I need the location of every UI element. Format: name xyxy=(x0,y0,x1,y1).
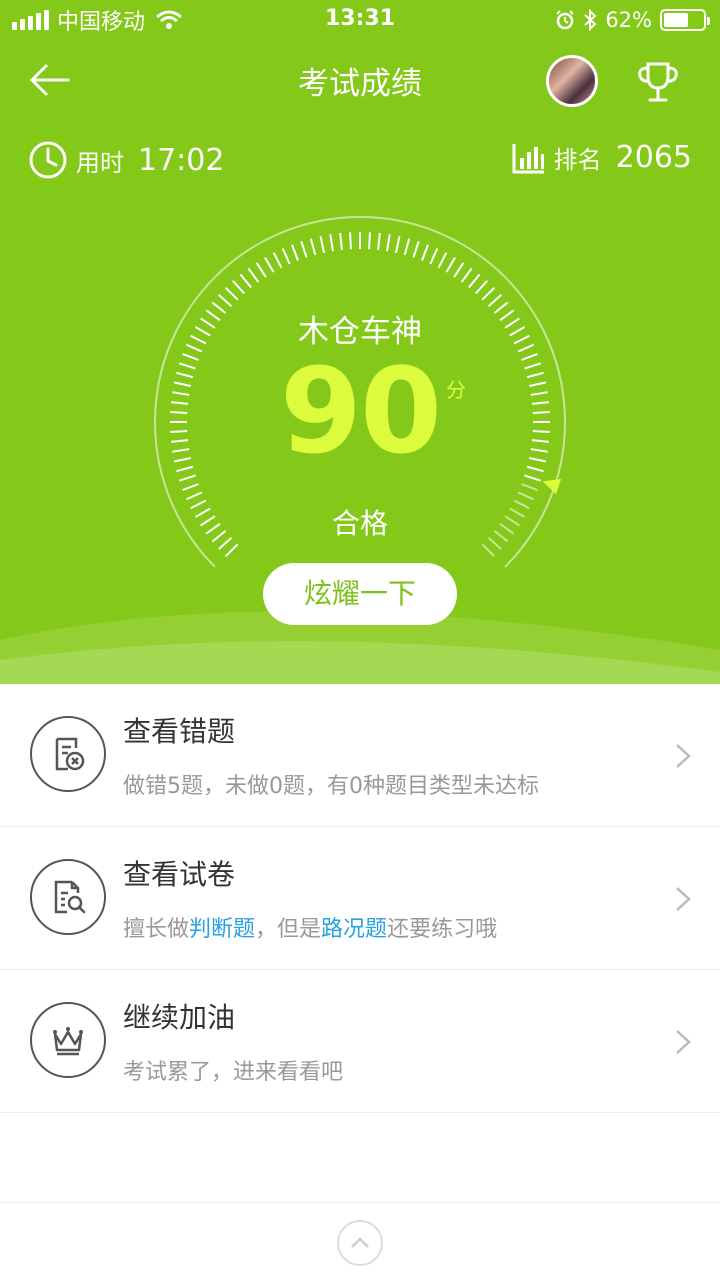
gauge-tick xyxy=(170,430,188,433)
gauge-tick xyxy=(182,352,199,361)
chevron-right-icon xyxy=(676,1030,691,1054)
gauge-tick xyxy=(481,286,496,301)
gauge-tick xyxy=(272,252,283,269)
subtitle-text: 擅长做 xyxy=(123,917,190,942)
gauge-tick xyxy=(170,411,188,414)
item-subtitle: 做错5题，未做0题，有0种题目类型未达标 xyxy=(123,774,539,799)
action-list: 查看错题 做错5题，未做0题，有0种题目类型未达标 查看试卷 擅长做判断题，但是… xyxy=(0,684,720,1113)
gauge-tick xyxy=(319,235,326,253)
review-paper-icon xyxy=(30,859,106,935)
chevron-up-icon xyxy=(351,1237,369,1248)
gauge-tick xyxy=(239,273,252,289)
gauge-tick xyxy=(517,491,534,501)
gauge-tick xyxy=(521,483,538,492)
gauge-tick xyxy=(529,456,547,463)
gauge-tick xyxy=(264,256,275,273)
gauge-tick xyxy=(403,238,411,256)
list-item-wrong-answers[interactable]: 查看错题 做错5题，未做0题，有0种题目类型未达标 xyxy=(0,684,720,827)
item-title: 查看试卷 xyxy=(123,858,236,891)
expand-up-button[interactable] xyxy=(337,1220,383,1266)
list-item-review-paper[interactable]: 查看试卷 擅长做判断题，但是路况题还要练习哦 xyxy=(0,827,720,970)
gauge-tick xyxy=(475,280,488,295)
gauge-tick xyxy=(218,294,233,307)
gauge-tick xyxy=(445,256,456,273)
gauge-tick xyxy=(339,232,343,251)
gauge-tick xyxy=(178,474,196,482)
gauge-tick xyxy=(170,439,189,443)
item-title: 继续加油 xyxy=(123,1001,236,1034)
gauge-tick xyxy=(524,362,542,370)
subtitle-text: 还要练习哦 xyxy=(387,917,498,942)
gauge-tick xyxy=(255,262,267,278)
gauge-tick xyxy=(224,543,239,558)
gauge-tick xyxy=(309,238,317,256)
gauge-tick xyxy=(529,381,547,388)
chevron-right-icon xyxy=(676,887,691,911)
list-item-keep-going[interactable]: 继续加油 考试累了，进来看看吧 xyxy=(0,970,720,1113)
gauge-tick xyxy=(368,232,371,250)
subtitle-text: ，但是 xyxy=(255,917,322,942)
gauge-tick xyxy=(531,439,550,443)
score-unit: 分 xyxy=(446,378,466,402)
gauge-tick xyxy=(437,252,448,269)
strong-topic-link[interactable]: 判断题 xyxy=(189,917,255,942)
gauge-tick xyxy=(281,248,291,265)
gauge-tick xyxy=(532,411,550,414)
gauge-tick xyxy=(453,262,465,278)
bottom-bar xyxy=(0,1202,720,1280)
result-header: 中国移动 13:31 62% 考试成绩 用时 17:02 排名 2065 木仓车… xyxy=(0,0,720,684)
gauge-tick xyxy=(290,244,299,261)
item-subtitle: 考试累了，进来看看吧 xyxy=(123,1060,344,1085)
gauge-tick xyxy=(329,234,334,252)
gauge-tick xyxy=(173,381,191,388)
gauge-tick xyxy=(526,371,544,379)
gauge-tick xyxy=(377,232,381,251)
gauge-tick xyxy=(521,352,538,361)
score-value: 90 xyxy=(279,342,442,480)
gauge-tick xyxy=(247,267,260,283)
gauge-tick xyxy=(386,234,391,252)
gauge-tick xyxy=(178,362,196,370)
gauge-tick xyxy=(224,286,239,301)
gauge-tick xyxy=(481,543,496,558)
gauge-tick xyxy=(429,248,439,265)
gauge-tick xyxy=(300,240,308,258)
gauge-tick xyxy=(173,456,191,463)
gauge-tick xyxy=(412,240,420,258)
gauge-tick xyxy=(530,448,548,453)
share-button[interactable]: 炫耀一下 xyxy=(263,563,457,625)
gauge-tick xyxy=(176,371,194,379)
gauge-tick xyxy=(186,491,203,501)
gauge-tick xyxy=(172,391,190,396)
gauge-tick xyxy=(460,267,473,283)
weak-topic-link[interactable]: 路况题 xyxy=(321,917,387,942)
gauge-tick xyxy=(172,448,190,453)
gauge-tick xyxy=(182,483,199,492)
gauge-tick xyxy=(349,232,352,250)
wrong-answers-icon xyxy=(30,716,106,792)
gauge-tick xyxy=(532,430,550,433)
gauge-tick xyxy=(487,294,502,307)
gauge-tick xyxy=(468,273,481,289)
gauge-tick xyxy=(421,244,430,261)
crown-icon xyxy=(30,1002,106,1078)
gauge-tick xyxy=(526,465,544,473)
gauge-tick xyxy=(170,401,189,405)
gauge-tick xyxy=(530,391,548,396)
gauge-tick xyxy=(176,465,194,473)
gauge-tick xyxy=(394,235,401,253)
gauge-tick xyxy=(531,401,550,405)
pass-status: 合格 xyxy=(331,507,388,540)
chevron-right-icon xyxy=(676,744,691,768)
item-title: 查看错题 xyxy=(123,715,236,748)
gauge-tick xyxy=(524,474,542,482)
item-subtitle: 擅长做判断题，但是路况题还要练习哦 xyxy=(123,911,497,943)
gauge-tick xyxy=(232,280,245,295)
